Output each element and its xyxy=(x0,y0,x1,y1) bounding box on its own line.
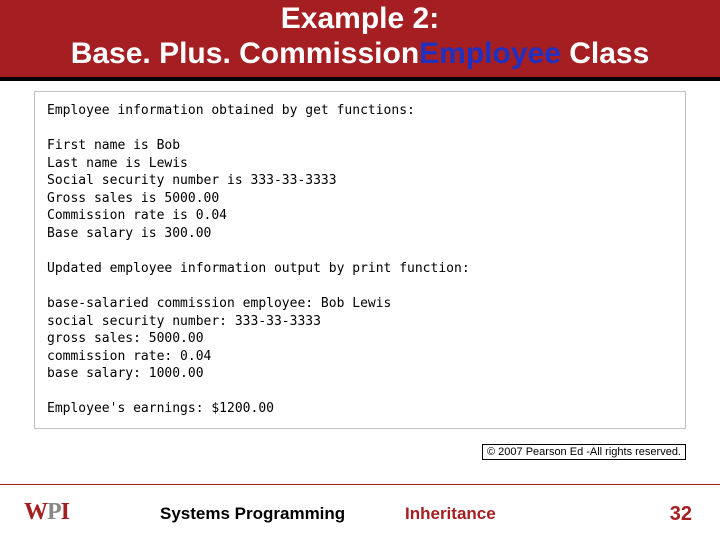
output-line: First name is Bob xyxy=(47,138,180,153)
output-line: Last name is Lewis xyxy=(47,156,188,171)
footer-left: Systems Programming xyxy=(160,504,345,524)
output-line: Commission rate is 0.04 xyxy=(47,208,227,223)
program-output: Employee information obtained by get fun… xyxy=(34,91,686,429)
copyright-notice: © 2007 Pearson Ed -All rights reserved. xyxy=(482,444,686,460)
output-line: social security number: 333-33-3333 xyxy=(47,314,321,329)
output-heading-3: Employee's earnings: $1200.00 xyxy=(47,401,274,416)
output-line: Base salary is 300.00 xyxy=(47,226,211,241)
output-line: gross sales: 5000.00 xyxy=(47,331,204,346)
footer-center: Inheritance xyxy=(405,504,496,524)
slide-title: Example 2: Base. Plus. CommissionEmploye… xyxy=(0,2,720,71)
title-line-2: Base. Plus. CommissionEmployee Class xyxy=(0,37,720,72)
output-heading-1: Employee information obtained by get fun… xyxy=(47,103,415,118)
footer: WPI Systems Programming Inheritance 32 xyxy=(0,484,720,540)
slide: Example 2: Base. Plus. CommissionEmploye… xyxy=(0,0,720,540)
title-line-1: Example 2: xyxy=(0,2,720,37)
output-line: base-salaried commission employee: Bob L… xyxy=(47,296,391,311)
output-heading-2: Updated employee information output by p… xyxy=(47,261,470,276)
page-number: 32 xyxy=(670,503,692,526)
wpi-logo: WPI xyxy=(24,499,69,526)
output-line: base salary: 1000.00 xyxy=(47,366,204,381)
output-line: Gross sales is 5000.00 xyxy=(47,191,219,206)
output-line: Social security number is 333-33-3333 xyxy=(47,173,337,188)
output-line: commission rate: 0.04 xyxy=(47,349,211,364)
title-band: Example 2: Base. Plus. CommissionEmploye… xyxy=(0,0,720,81)
